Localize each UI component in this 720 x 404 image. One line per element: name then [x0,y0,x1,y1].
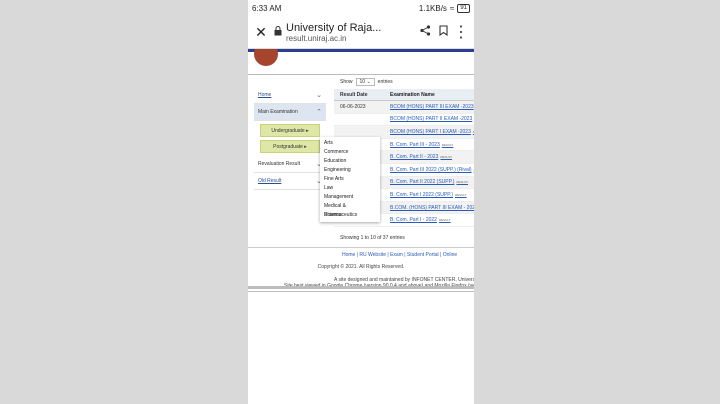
postgraduate-button[interactable]: Postgraduate ▸ [260,140,320,153]
result-date: 06-06-2023 [340,103,366,110]
page-divider [248,291,474,292]
column-examination-name[interactable]: Examination Name [390,92,474,98]
exam-link[interactable]: B. Com. Part I - 2022 RESULT [390,217,474,223]
exam-link[interactable]: B. Com. Part II 2022 (SUPP.) RESULT [390,179,474,185]
table-header: Result Date Examination Name [334,89,474,101]
footer-links[interactable]: Home | RU Website | Exam | Student Porta… [248,252,474,258]
sidebar-item-main-examination[interactable]: Main Examination ⌃ [254,104,326,121]
sidebar-item-home[interactable]: Home ⌄ [254,87,326,104]
result-badge: RESULT [440,155,452,160]
chevron-down-icon: ⌄ [316,92,322,99]
dropdown-item[interactable]: Medical & Pharmaceutics [320,202,380,218]
status-time: 6:33 AM [252,3,282,13]
page-title: University of Raja... [286,21,382,34]
page-host: result.uniraj.ac.in [286,33,347,43]
footer-copyright: Copyright © 2021. All Rights Reserved. [317,264,405,270]
undergraduate-button[interactable]: Undergraduate ▸ [260,124,320,137]
share-icon[interactable] [416,23,434,41]
exam-link[interactable]: BCOM (HONS) PART II EXAM -2023RESULT [390,116,474,122]
close-icon[interactable]: ✕ [252,24,270,41]
status-bar: 6:33 AM 1.1KB/s ≈ 91 [248,0,474,16]
table-row: BCOM (HONS) PART II EXAM -2023RESULT [334,114,474,127]
sidebar-item-revaluation[interactable]: Revaluation Result ⌄ [254,156,326,173]
table-row: 06-06-2023 BCOM (HONS) PART III EXAM -202… [334,101,474,114]
result-badge: RESULT [455,192,467,197]
exam-link[interactable]: B. Com. Part I 2022 (SUPP.) RESULT [390,192,474,198]
dropdown-item[interactable]: Management [320,193,380,202]
battery-icon: 91 [457,3,470,13]
phone-screen: 6:33 AM 1.1KB/s ≈ 91 ✕ University of Raj… [248,0,474,404]
wifi-icon: ≈ [449,3,455,13]
site-logo-area [248,42,474,66]
lock-icon [274,23,284,41]
result-badge: RESULT [441,142,454,147]
exam-link[interactable]: BCOM (HONS) PART III EXAM -2023RESULT [390,104,474,110]
exam-link[interactable]: B. Com. Part III 2022 (SUPP.) (Rival)RES… [390,167,474,173]
exam-link[interactable]: B. Com. Part III - 2023 RESULT [390,142,474,148]
sidebar-item-old-result[interactable]: Old Result ⌄ [254,173,326,190]
dropdown-item[interactable]: Engineering [320,166,380,175]
dropdown-item[interactable]: Commerce [320,148,380,157]
url-text[interactable]: University of Raja... result.uniraj.ac.i… [286,22,416,43]
content-area: Home ⌄ Main Examination ⌃ Undergraduate … [248,75,474,245]
faculty-dropdown-menu: Arts Commerce Education Engineering Fine… [320,137,380,222]
chevron-up-icon: ⌃ [316,109,322,116]
site-footer: Home | RU Website | Exam | Student Porta… [248,247,474,289]
table-info: Showing 1 to 10 of 37 entries [340,234,405,241]
dropdown-item[interactable]: Education [320,157,380,166]
network-speed: 1.1KB/s [418,3,447,13]
more-menu-icon[interactable]: ⋮ [452,22,470,42]
browser-url-bar: ✕ University of Raja... result.uniraj.ac… [248,16,474,49]
dropdown-item[interactable]: Arts [320,139,380,148]
result-badge: RESULT [438,218,451,223]
entries-length-control: Show 10 ⌄ entries [340,78,393,86]
exam-link[interactable]: B.COM. (HONS) PART III EXAM - 2022 (S)RE… [390,205,474,211]
bookmark-icon[interactable] [434,23,452,41]
entries-select[interactable]: 10 ⌄ [355,78,375,86]
result-badge: RESULT [473,130,474,134]
exam-link[interactable]: BCOM (HONS) PART I EXAM -2023RESULT [390,129,474,135]
column-result-date[interactable]: Result Date [334,92,390,98]
dropdown-item[interactable]: Fine Arts [320,175,380,184]
exam-link[interactable]: B. Com. Part II - 2023 RESULT [390,154,474,160]
result-badge: RESULT [456,180,469,185]
dropdown-item[interactable]: Law [320,184,380,193]
page-divider [248,286,474,289]
sidebar: Home ⌄ Main Examination ⌃ Undergraduate … [254,87,326,190]
